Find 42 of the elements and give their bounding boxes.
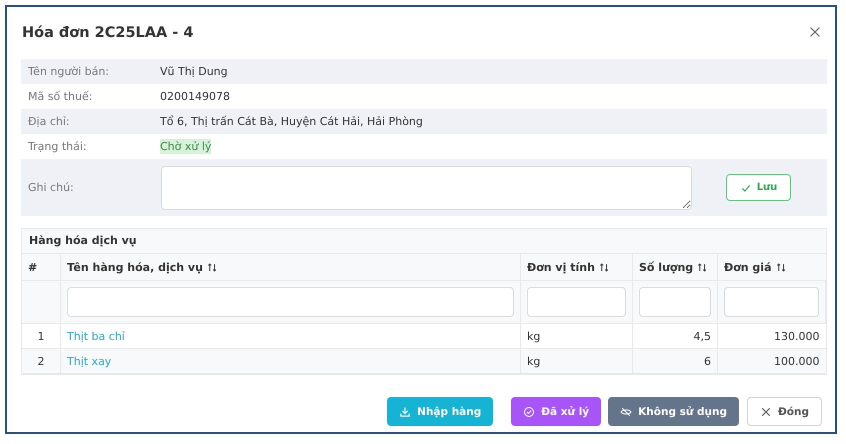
action-button[interactable]: Không sử dụng (608, 397, 739, 426)
download-icon (399, 406, 412, 418)
check-circle-icon (523, 406, 536, 418)
column-header[interactable]: Tên hàng hóa, dịch vụ (67, 260, 218, 274)
field-label: Mã số thuế: (27, 90, 94, 103)
sort-icon (697, 262, 708, 272)
sort-icon (776, 262, 787, 272)
table-cell: kg (527, 330, 540, 342)
table-cell: 6 (704, 354, 711, 368)
save-button[interactable]: Lưu (726, 174, 791, 201)
field-label: Ghi chú: (27, 181, 75, 194)
note-field[interactable] (161, 166, 692, 210)
field-label: Trạng thái: (27, 140, 88, 153)
filter-field[interactable] (67, 287, 514, 317)
close-icon (808, 25, 822, 39)
table-cell: 2 (38, 354, 44, 368)
table-cell: 130.000 (774, 330, 820, 342)
table-cell: 1 (38, 330, 44, 342)
field-label: Địa chỉ: (27, 115, 71, 128)
field-label: Tên người bán: (27, 65, 110, 78)
table-cell: kg (527, 354, 540, 368)
field-value: Tổ 6, Thị trấn Cát Bà, Huyện Cát Hải, Hải Phòng (160, 115, 423, 128)
table-title: Hàng hóa dịch vụ (22, 229, 826, 254)
sort-icon (206, 262, 218, 272)
field-value: 0200149078 (160, 90, 230, 103)
action-button[interactable]: Nhập hàng (387, 397, 494, 426)
table-cell: 4,5 (694, 330, 711, 342)
table-cell: 100.000 (774, 354, 820, 368)
sort-icon (598, 262, 610, 272)
field-value: Vũ Thị Dung (160, 65, 228, 78)
close-button[interactable]: Đóng (746, 397, 822, 426)
eye-slash-icon (620, 406, 632, 418)
dialog-title: Hóa đơn 2C25LAA - 4 (22, 25, 194, 41)
filter-field[interactable] (639, 287, 711, 317)
column-header: # (28, 260, 38, 274)
status-badge: Chờ xử lý (160, 139, 212, 154)
filter-field[interactable] (724, 287, 819, 317)
action-button[interactable]: Đã xử lý (511, 397, 602, 426)
item-link[interactable]: Thịt xay (67, 354, 112, 368)
item-link[interactable]: Thịt ba chỉ (67, 330, 125, 342)
close-icon (760, 406, 772, 418)
filter-field[interactable] (527, 287, 626, 317)
